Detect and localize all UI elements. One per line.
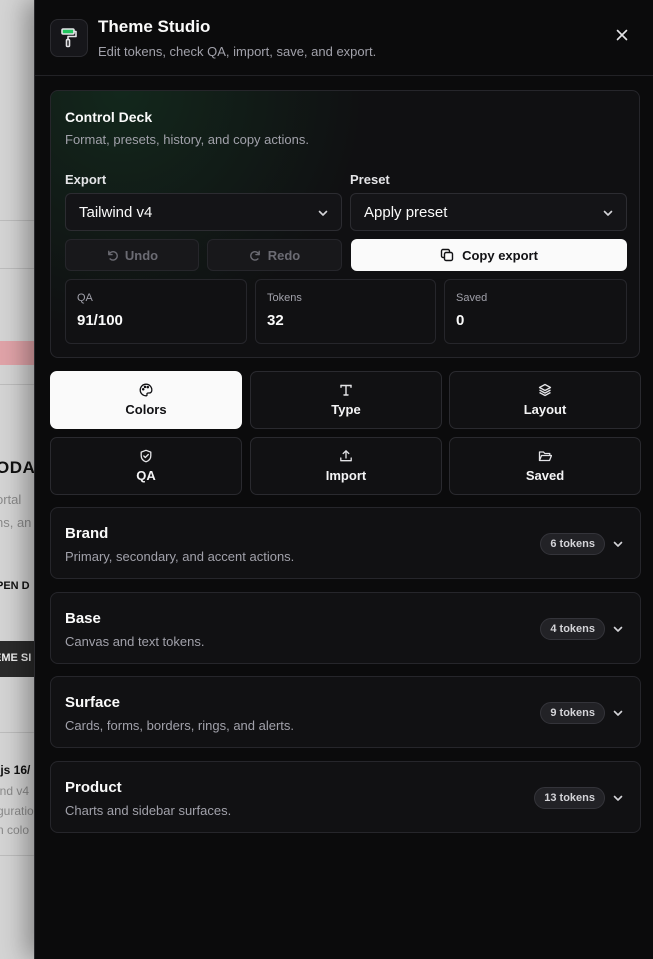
tab-type[interactable]: Type [250, 371, 442, 429]
drawer-header: Theme Studio Edit tokens, check QA, impo… [35, 0, 653, 76]
token-count-badge: 9 tokens [540, 702, 605, 724]
export-format-select[interactable]: Tailwind v4 [65, 193, 342, 231]
tab-qa[interactable]: QA [50, 437, 242, 495]
background-text: ortal [0, 492, 22, 507]
preset-value: Apply preset [364, 203, 448, 221]
drawer-subtitle: Edit tokens, check QA, import, save, and… [98, 44, 377, 59]
background-text: ns, an [0, 515, 32, 530]
undo-label: Undo [124, 247, 159, 263]
copy-export-label: Copy export [462, 247, 538, 263]
background-link: PEN D [0, 580, 30, 592]
stat-label: Tokens [267, 292, 302, 304]
copy-icon [440, 248, 454, 262]
control-deck-title: Control Deck [65, 109, 153, 125]
tab-label: Layout [523, 402, 567, 417]
token-group-description: Primary, secondary, and accent actions. [65, 549, 295, 564]
chevron-down-icon [612, 538, 624, 550]
background-card-line: n colo [0, 823, 30, 837]
background-card-line: guratio [0, 804, 34, 818]
stat-value: 91/100 [77, 312, 123, 329]
tab-label: Type [331, 402, 361, 417]
chevron-down-icon [317, 207, 329, 219]
stat-value: 0 [456, 312, 465, 329]
undo-icon [106, 249, 119, 262]
preset-select[interactable]: Apply preset [350, 193, 627, 231]
palette-icon [139, 383, 153, 397]
folder-open-icon [538, 449, 552, 463]
stat-label: Saved [456, 292, 488, 304]
control-deck: Control Deck Format, presets, history, a… [50, 90, 640, 358]
token-group-title: Surface [65, 694, 121, 711]
layers-icon [538, 383, 552, 397]
type-icon [339, 383, 353, 397]
redo-label: Redo [267, 247, 301, 263]
token-group-description: Cards, forms, borders, rings, and alerts… [65, 718, 295, 733]
chevron-down-icon [612, 792, 624, 804]
copy-export-button[interactable]: Copy export [351, 239, 627, 271]
tab-layout[interactable]: Layout [449, 371, 641, 429]
token-count-badge: 4 tokens [540, 618, 605, 640]
tab-label: Import [325, 468, 367, 483]
tab-label: Colors [125, 402, 167, 417]
control-deck-subtitle: Format, presets, history, and copy actio… [65, 132, 309, 147]
token-group-title: Brand [65, 525, 109, 542]
background-card-title: .js 16/ [0, 763, 31, 777]
chevron-down-icon [602, 207, 614, 219]
stat-card-tokens: Tokens 32 [255, 279, 436, 344]
stat-card-saved: Saved 0 [444, 279, 627, 344]
token-group-description: Canvas and text tokens. [65, 634, 205, 649]
token-group-product[interactable]: Product Charts and sidebar surfaces. 13 … [50, 761, 641, 833]
stat-value: 32 [267, 312, 284, 329]
tab-label: Saved [525, 468, 565, 483]
close-icon[interactable] [611, 24, 633, 46]
upload-icon [339, 449, 353, 463]
preset-label: Preset [350, 172, 390, 187]
export-label: Export [65, 172, 107, 187]
redo-button[interactable]: Redo [207, 239, 342, 271]
token-group-brand[interactable]: Brand Primary, secondary, and accent act… [50, 507, 641, 579]
export-format-value: Tailwind v4 [79, 203, 153, 221]
token-group-base[interactable]: Base Canvas and text tokens. 4 tokens [50, 592, 641, 664]
redo-icon [249, 249, 262, 262]
token-group-title: Base [65, 610, 101, 627]
paint-roller-icon [50, 19, 88, 57]
stat-card-qa: QA 91/100 [65, 279, 247, 344]
stat-label: QA [77, 292, 93, 304]
token-count-badge: 6 tokens [540, 533, 605, 555]
chevron-down-icon [612, 623, 624, 635]
background-card-line: ind v4 [0, 784, 30, 798]
tab-import[interactable]: Import [250, 437, 442, 495]
token-group-description: Charts and sidebar surfaces. [65, 803, 232, 818]
token-group-title: Product [65, 779, 122, 796]
token-group-surface[interactable]: Surface Cards, forms, borders, rings, an… [50, 676, 641, 748]
drawer-title: Theme Studio [98, 17, 211, 36]
chevron-down-icon [612, 707, 624, 719]
tab-label: QA [136, 468, 156, 483]
token-count-badge: 13 tokens [534, 787, 605, 809]
tab-colors[interactable]: Colors [50, 371, 242, 429]
background-heading: ODA [0, 458, 36, 477]
shield-check-icon [139, 449, 153, 463]
theme-studio-drawer: Theme Studio Edit tokens, check QA, impo… [34, 0, 653, 959]
tab-saved[interactable]: Saved [449, 437, 641, 495]
undo-button[interactable]: Undo [65, 239, 199, 271]
